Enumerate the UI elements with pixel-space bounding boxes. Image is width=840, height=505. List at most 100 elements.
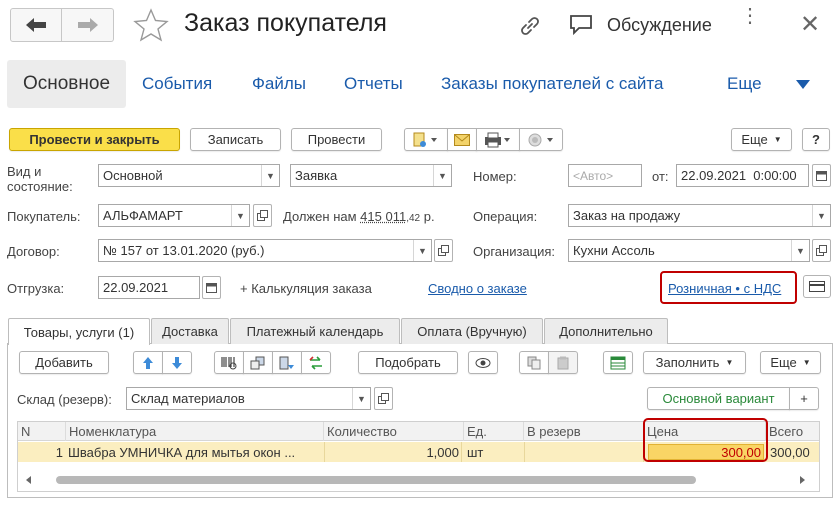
col-item[interactable]: Номенклатура	[66, 422, 324, 441]
help-button[interactable]: ?	[802, 128, 830, 151]
create-based-on-button[interactable]	[404, 128, 448, 151]
debt-amount[interactable]: 415 011	[360, 209, 406, 224]
scroll-thumb[interactable]	[56, 476, 696, 484]
post-button[interactable]: Провести	[291, 128, 382, 151]
status-button[interactable]	[519, 128, 563, 151]
back-button[interactable]	[10, 8, 62, 42]
eye-icon	[475, 357, 491, 368]
view-button[interactable]	[468, 351, 498, 374]
document-add-icon	[413, 132, 437, 147]
pick-button[interactable]: Подобрать	[358, 351, 458, 374]
open-contract-button[interactable]	[434, 239, 453, 262]
col-reserve[interactable]: В резерв	[524, 422, 644, 441]
col-unit[interactable]: Ед.	[464, 422, 524, 441]
chevron-down-icon[interactable]: ▼	[231, 205, 249, 226]
col-qty[interactable]: Количество	[324, 422, 464, 441]
calendar-button[interactable]	[812, 164, 831, 187]
operation-select[interactable]: Заказ на продажу ▼	[568, 204, 831, 227]
items-more-button[interactable]: Еще ▼	[760, 351, 821, 374]
forward-button[interactable]	[62, 8, 114, 42]
chevron-down-icon[interactable]: ▼	[352, 388, 370, 409]
order-summary-link[interactable]: Сводно о заказе	[428, 281, 527, 296]
chevron-down-icon[interactable]: ▼	[261, 165, 279, 186]
chevron-down-icon[interactable]: ▼	[413, 240, 431, 261]
compare-button[interactable]	[301, 351, 331, 374]
arrow-left-icon	[26, 18, 46, 32]
move-up-button[interactable]	[133, 351, 163, 374]
post-and-close-button[interactable]: Провести и закрыть	[9, 128, 180, 151]
nav-tab-events[interactable]: События	[142, 74, 212, 94]
col-total[interactable]: Всего	[766, 422, 819, 441]
calendar-icon	[206, 283, 217, 293]
scroll-right-icon[interactable]	[800, 476, 805, 484]
horizontal-scrollbar[interactable]	[18, 473, 819, 487]
add-variant-button[interactable]: +	[789, 387, 819, 410]
cell-item[interactable]: Швабра УМНИЧКА для мытья окон ...	[68, 442, 322, 462]
mail-button[interactable]	[447, 128, 477, 151]
close-icon[interactable]: ✕	[800, 10, 820, 39]
chevron-down-icon: ▼	[725, 358, 734, 367]
payment-card-button[interactable]	[803, 275, 831, 298]
more-actions-button[interactable]: Еще ▼	[731, 128, 792, 151]
state-select[interactable]: Заявка ▼	[290, 164, 452, 187]
shipment-date-input[interactable]: 22.09.2021	[98, 276, 200, 299]
price-type-link[interactable]: Розничная • с НДС	[668, 281, 781, 296]
chevron-down-icon[interactable]: ▼	[812, 205, 830, 226]
discussion-icon[interactable]	[569, 14, 595, 36]
cell-unit[interactable]: шт	[467, 442, 522, 462]
table-view-button[interactable]	[603, 351, 633, 374]
save-button[interactable]: Записать	[190, 128, 281, 151]
tab-goods-services[interactable]: Товары, услуги (1)	[8, 318, 150, 345]
fill-button[interactable]: Заполнить ▼	[643, 351, 746, 374]
tab-delivery[interactable]: Доставка	[151, 318, 229, 344]
number-input[interactable]: <Авто>	[568, 164, 642, 187]
calendar-button[interactable]	[202, 276, 221, 299]
add-row-button[interactable]: Добавить	[19, 351, 109, 374]
star-icon[interactable]	[133, 8, 169, 42]
open-icon	[816, 245, 827, 256]
contract-select[interactable]: № 157 от 13.01.2020 (руб.) ▼	[98, 239, 432, 262]
chevron-down-icon[interactable]: ▼	[433, 165, 451, 186]
tab-payment-calendar[interactable]: Платежный календарь	[230, 318, 400, 344]
col-n[interactable]: N	[18, 422, 66, 441]
buyer-select[interactable]: АЛЬФАМАРТ ▼	[98, 204, 250, 227]
nav-tab-site-orders[interactable]: Заказы покупателей с сайта	[441, 74, 663, 94]
barcode-button[interactable]	[214, 351, 244, 374]
chevron-down-icon[interactable]	[796, 80, 810, 90]
date-input[interactable]: 22.09.2021 0:00:00	[676, 164, 809, 187]
split-button[interactable]	[272, 351, 302, 374]
order-calculation-toggle[interactable]: + Калькуляция заказа	[240, 281, 372, 296]
cell-reserve[interactable]	[524, 442, 644, 462]
link-icon[interactable]	[518, 14, 542, 38]
print-button[interactable]	[476, 128, 520, 151]
chevron-down-icon[interactable]: ▼	[791, 240, 809, 261]
transfer-button[interactable]	[243, 351, 273, 374]
warehouse-select[interactable]: Склад материалов ▼	[126, 387, 371, 410]
scroll-left-icon[interactable]	[26, 476, 31, 484]
more-vertical-icon[interactable]: ⋮	[740, 6, 760, 26]
cell-qty[interactable]: 1,000	[324, 442, 462, 462]
main-variant-button[interactable]: Основной вариант	[647, 387, 790, 410]
nav-tab-files[interactable]: Файлы	[252, 74, 306, 94]
nav-tab-more[interactable]: Еще	[727, 74, 762, 94]
page-title: Заказ покупателя	[184, 9, 387, 37]
operation-label: Операция:	[473, 209, 538, 224]
nav-tab-reports[interactable]: Отчеты	[344, 74, 403, 94]
organization-select[interactable]: Кухни Ассоль ▼	[568, 239, 810, 262]
tab-additional[interactable]: Дополнительно	[544, 318, 668, 344]
paste-button[interactable]	[548, 351, 578, 374]
discussion-label[interactable]: Обсуждение	[607, 15, 712, 36]
move-down-button[interactable]	[162, 351, 192, 374]
mail-icon	[454, 133, 470, 146]
copy-button[interactable]	[519, 351, 549, 374]
cell-price[interactable]: 300,00	[648, 444, 764, 460]
contract-value: № 157 от 13.01.2020 (руб.)	[103, 243, 265, 258]
open-warehouse-button[interactable]	[374, 387, 393, 410]
nav-tab-main[interactable]: Основное	[7, 60, 126, 108]
tab-payment-manual[interactable]: Оплата (Вручную)	[401, 318, 543, 344]
open-organization-button[interactable]	[812, 239, 831, 262]
kind-select[interactable]: Основной ▼	[98, 164, 280, 187]
buyer-value: АЛЬФАМАРТ	[103, 208, 183, 223]
printer-icon	[485, 132, 510, 147]
open-buyer-button[interactable]	[253, 204, 272, 227]
